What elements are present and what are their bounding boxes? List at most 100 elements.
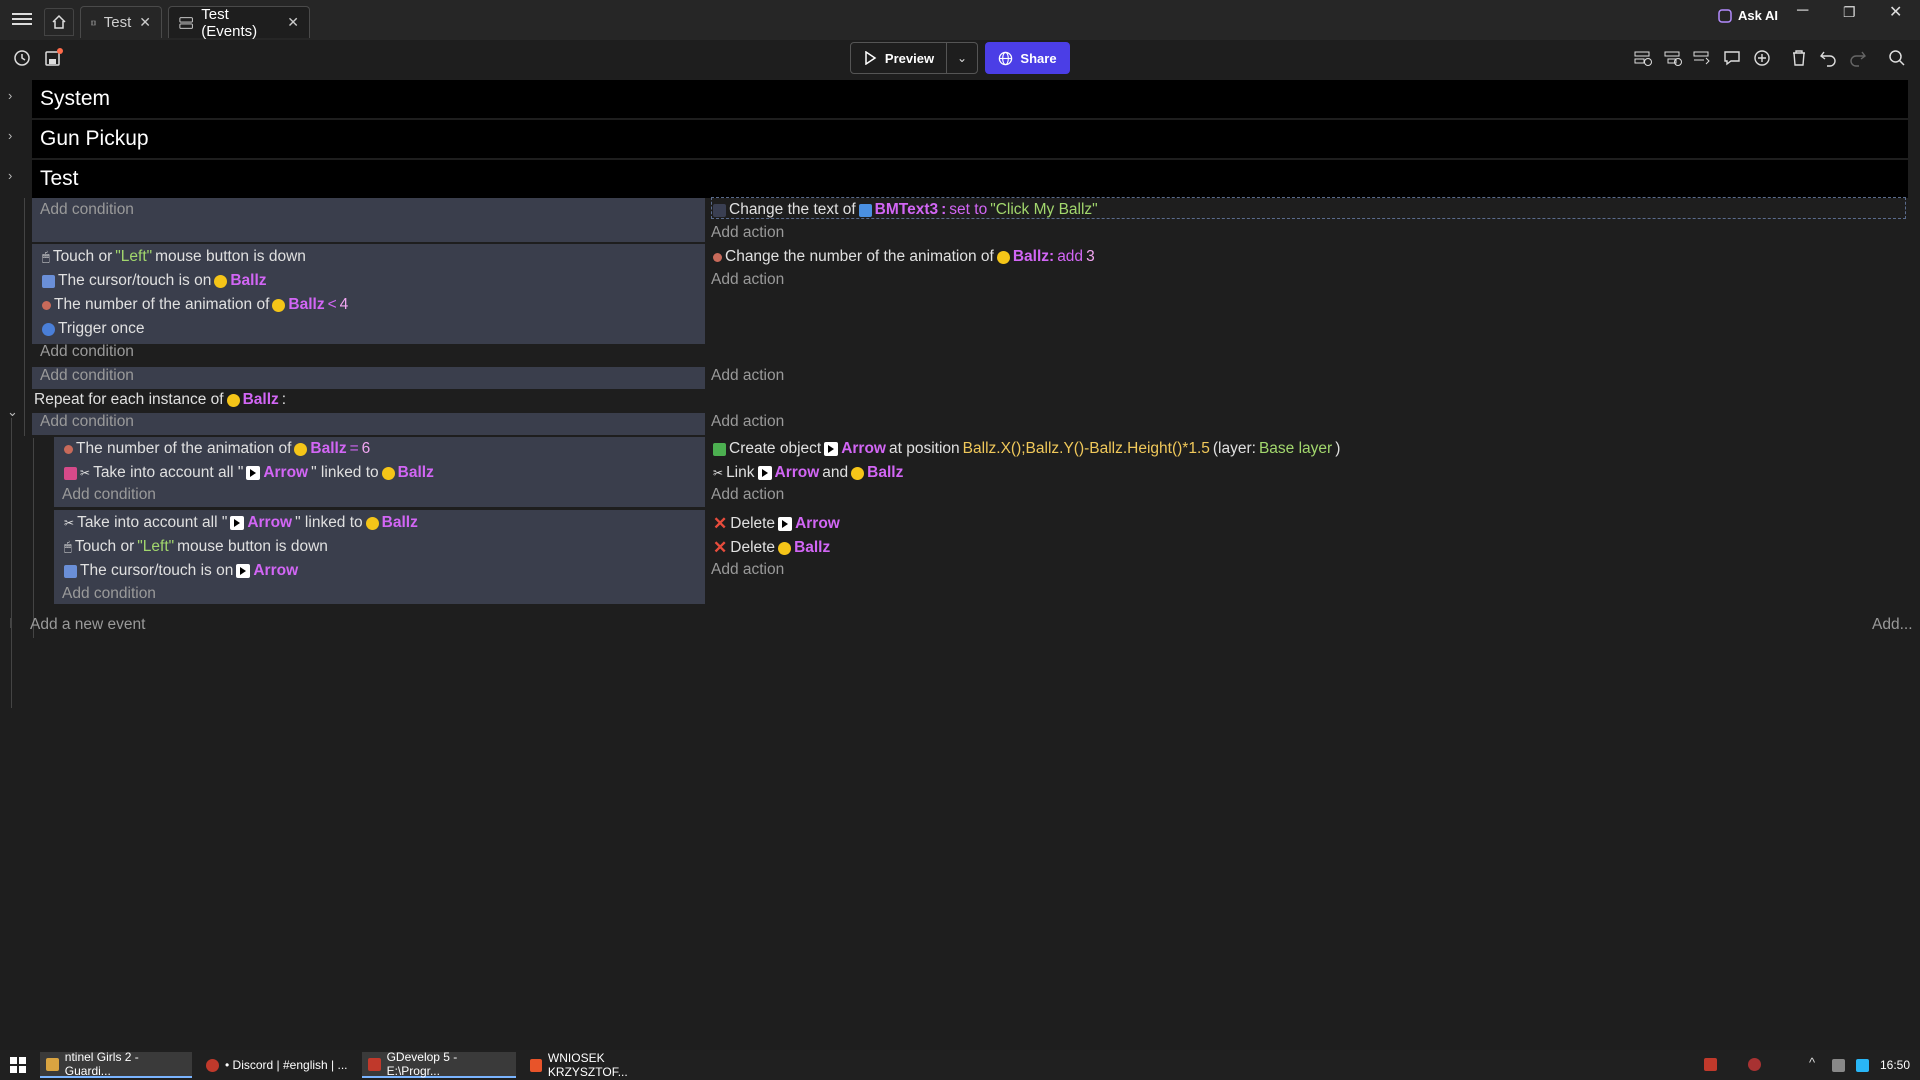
object-name: Arrow [253,562,299,579]
add-action-link[interactable]: Add action [711,413,784,431]
home-tab[interactable] [44,8,74,36]
expand-arrow-icon[interactable]: › [8,88,12,103]
add-action-link[interactable]: Add action [711,224,784,242]
add-action-link[interactable]: Add action [711,271,784,289]
mouse-icon: 🖱 [64,539,72,554]
windows-start-icon[interactable] [8,1055,28,1075]
taskbar-item-discord[interactable]: • Discord | #english | ... [200,1052,358,1078]
group-gun-pickup[interactable]: Gun Pickup [32,120,1908,158]
history-icon[interactable] [12,48,32,68]
tab-label: Test [103,14,132,31]
clock[interactable]: 16:50 [1880,1058,1910,1072]
cond-text: " linked to [311,464,379,481]
add-condition-link[interactable]: Add condition [40,413,134,431]
tray-expand-icon[interactable]: ^ [1809,1055,1815,1070]
action-link-objects[interactable]: ✂ Link Arrow and Ballz [713,464,903,482]
animation-icon [713,252,722,262]
condition-linked-objects[interactable]: ✂ Take into account all " Arrow " linked… [64,514,418,532]
action-delete-ballz[interactable]: ✕ Delete Ballz [713,538,830,558]
preview-main[interactable]: Preview [851,43,947,73]
condition-cursor-on[interactable]: The cursor/touch is on Ballz [42,272,267,290]
cond-text: The number of the animation of [76,440,292,457]
arrow-object-icon [246,466,261,480]
hamburger-menu-icon[interactable] [10,10,34,30]
save-icon[interactable] [43,48,63,68]
add-action-link[interactable]: Add action [711,561,784,579]
group-system[interactable]: System [32,80,1908,118]
tray-app-icon[interactable] [1748,1058,1761,1071]
share-button[interactable]: Share [985,42,1070,74]
add-circle-icon[interactable] [1752,48,1772,68]
tab-test-events[interactable]: Test (Events) ✕ [168,6,310,40]
tray-app-icon[interactable] [1704,1058,1717,1071]
close-icon[interactable]: ✕ [287,14,299,31]
network-icon[interactable] [1832,1059,1845,1072]
repeat-header[interactable]: Repeat for each instance of Ballz : [34,391,286,409]
minimize-icon[interactable]: ─ [1797,2,1808,20]
animation-icon [64,444,73,454]
delete-icon[interactable] [1789,48,1809,68]
object-name: Arrow [795,515,840,532]
add-event-icon[interactable] [1633,48,1653,68]
add-condition-link[interactable]: Add condition [62,585,156,603]
add-condition-label: Add condition [40,201,134,218]
add-condition-link[interactable]: Add condition [40,367,134,385]
add-action-label: Add action [711,271,785,288]
events-sheet[interactable]: › System › Gun Pickup › Test Add conditi… [0,78,1920,1050]
arrow-object-icon [778,517,793,531]
add-new-event-link[interactable]: Add a new event [30,616,145,634]
add-action-link[interactable]: Add action [711,486,784,504]
taskbar-item-gdevelop[interactable]: GDevelop 5 - E:\Progr... [362,1050,516,1078]
object-name: Arrow [263,464,309,481]
tray-app-icon[interactable] [1856,1059,1869,1072]
title-bar: Test ✕ Test (Events) ✕ Ask AI ─ ❐ ✕ [0,0,1920,40]
condition-trigger-once[interactable]: Trigger once [42,320,144,338]
ballz-icon [272,298,286,312]
layer-value: Base layer [1258,440,1333,457]
add-subevent-icon[interactable] [1663,48,1683,68]
close-icon[interactable]: ✕ [139,14,151,31]
taskbar-item-browser[interactable]: WNIOSEK KRZYSZTOF... [524,1051,682,1079]
condition-animation-number[interactable]: The number of the animation of Ballz < 4 [42,296,348,314]
condition-linked-objects[interactable]: ✂ Take into account all " Arrow " linked… [64,464,434,482]
add-condition-link[interactable]: Add condition [40,201,134,219]
collapse-arrow-icon[interactable]: ⌄ [7,404,18,420]
action-create-object[interactable]: Create object Arrow at position Ballz.X(… [713,440,1340,458]
action-change-animation[interactable]: Change the number of the animation of Ba… [713,248,1095,266]
ballz-icon [851,466,865,480]
add-group-icon[interactable] [1692,48,1712,68]
preview-button[interactable]: Preview ⌄ [850,42,978,74]
ask-ai-button[interactable]: Ask AI [1718,8,1778,23]
condition-mouse-down[interactable]: 🖱 Touch or "Left" mouse button is down [64,538,328,556]
text-icon [713,203,726,217]
group-test[interactable]: Test [32,160,1908,198]
redo-icon[interactable] [1848,48,1868,68]
taskbar-item-game[interactable]: ntinel Girls 2 - Guardi... [40,1050,192,1078]
expand-arrow-icon[interactable]: › [8,168,12,183]
cond-text: mouse button is down [155,248,306,265]
object-name: Ballz [397,464,434,481]
search-icon[interactable] [1887,48,1907,68]
add-action-link[interactable]: Add action [711,367,784,385]
link-icon: ✂ [713,466,724,480]
add-condition-link[interactable]: Add condition [40,343,134,361]
restore-icon[interactable]: ❐ [1843,4,1856,21]
add-condition-link[interactable]: Add condition [62,486,156,504]
undo-icon[interactable] [1818,48,1838,68]
add-menu-link[interactable]: Add... [1872,616,1913,634]
condition-mouse-down[interactable]: 🖱 Touch or "Left" mouse button is down [42,248,306,266]
close-window-icon[interactable]: ✕ [1889,2,1902,22]
add-comment-icon[interactable] [1722,48,1742,68]
condition-animation-number[interactable]: The number of the animation of Ballz = 6 [64,440,370,458]
action-change-text[interactable]: Change the text of BMText3: set to "Clic… [713,201,1098,219]
expand-arrow-icon[interactable]: › [8,128,12,143]
add-condition-label: Add condition [40,367,134,384]
condition-cursor-on[interactable]: The cursor/touch is on Arrow [64,562,298,580]
guide-line [33,438,34,638]
tab-test[interactable]: Test ✕ [80,6,162,38]
group-title: Test [40,167,79,190]
cond-text: mouse button is down [177,538,328,555]
action-delete-arrow[interactable]: ✕ Delete Arrow [713,514,840,534]
cond-text: Trigger once [58,320,145,337]
chevron-down-icon[interactable]: ⌄ [947,51,977,65]
